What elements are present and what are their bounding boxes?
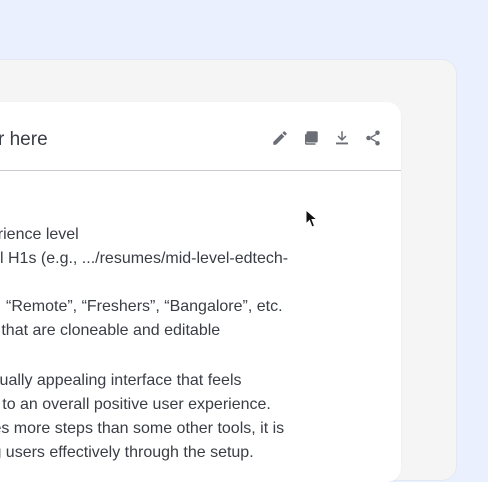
- download-icon: [336, 131, 348, 145]
- editor-title: r here: [0, 129, 48, 150]
- share-button[interactable]: [363, 128, 383, 148]
- body-line: ides more steps than some other tools, i…: [0, 420, 285, 437]
- share-icon: [366, 130, 380, 146]
- copy-icon: [305, 131, 318, 145]
- body-line: visually appealing interface that feels: [0, 372, 242, 389]
- editor-header: r here: [0, 102, 401, 171]
- body-line: ing users effectively through the setup.: [0, 444, 254, 461]
- body-line: ng to an overall positive user experienc…: [0, 396, 271, 413]
- body-line: es that are cloneable and editable: [0, 322, 221, 339]
- editor-toolbar: [270, 128, 383, 148]
- editor-card: r here rience level l H1s (e.g., .../res…: [0, 102, 401, 482]
- body-line: “Remote”, “Freshers”, “Bangalore”, etc.: [6, 298, 283, 315]
- copy-button[interactable]: [301, 128, 321, 148]
- mouse-cursor-icon: [305, 209, 319, 228]
- body-line: l H1s (e.g., .../resumes/mid-level-edtec…: [0, 250, 289, 267]
- pencil-icon: [273, 131, 287, 145]
- download-button[interactable]: [332, 128, 352, 148]
- edit-button[interactable]: [270, 128, 290, 148]
- body-line: perience level: [0, 226, 79, 243]
